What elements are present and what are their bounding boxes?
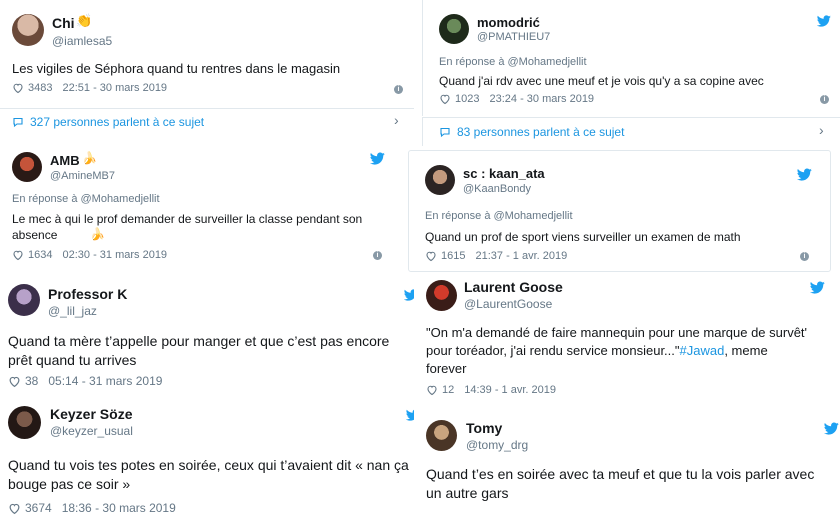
emoji-icon: 🍌 bbox=[90, 227, 105, 241]
tweet-meta: 3483 22:51 - 30 mars 2019 bbox=[12, 82, 167, 94]
tweet-text: Quand tu vois tes potes en soirée, ceux … bbox=[8, 457, 409, 492]
author-handle[interactable]: @keyzer_usual bbox=[50, 424, 133, 438]
heart-icon[interactable] bbox=[8, 375, 21, 388]
heart-icon[interactable] bbox=[12, 249, 24, 261]
twitter-bird-icon[interactable] bbox=[797, 167, 812, 182]
tweet-meta: 1615 21:37 - 1 avr. 2019 bbox=[425, 250, 567, 262]
timestamp[interactable]: 21:37 - 1 avr. 2019 bbox=[475, 250, 567, 262]
author-handle[interactable]: @AmineMB7 bbox=[50, 170, 115, 182]
twitter-bird-icon[interactable] bbox=[817, 14, 831, 28]
tweet-card: sc : kaan_ata @KaanBondy En réponse à @M… bbox=[408, 150, 831, 272]
info-icon[interactable]: i bbox=[394, 85, 403, 94]
info-icon[interactable]: i bbox=[373, 251, 382, 260]
tweet-card: momodrić @PMATHIEU7 En réponse à @Mohame… bbox=[422, 0, 840, 116]
info-icon[interactable]: i bbox=[800, 252, 809, 261]
tweet-text: Les vigiles de Séphora quand tu rentres … bbox=[12, 61, 341, 76]
like-count: 12 bbox=[442, 384, 455, 396]
author-name[interactable]: Tomy bbox=[466, 420, 502, 436]
avatar[interactable] bbox=[12, 14, 44, 46]
like-count: 1634 bbox=[28, 249, 53, 261]
author-handle[interactable]: @LaurentGoose bbox=[464, 297, 552, 311]
author-handle[interactable]: @iamlesa5 bbox=[52, 34, 112, 48]
avatar[interactable] bbox=[439, 14, 469, 44]
tweet-text: "On m'a demandé de faire mannequin pour … bbox=[426, 324, 810, 379]
speech-bubble-icon bbox=[12, 116, 24, 128]
tweet-meta: 3674 18:36 - 30 mars 2019 bbox=[8, 501, 176, 515]
tweet-card: Chi 👏 @iamlesa5 Les vigiles de Séphora q… bbox=[0, 0, 414, 108]
chevron-right-icon[interactable]: › bbox=[394, 112, 399, 128]
author-name[interactable]: Professor K bbox=[48, 286, 127, 302]
tweet-text: Le mec à qui le prof demander de surveil… bbox=[12, 212, 363, 243]
heart-icon[interactable] bbox=[8, 502, 21, 515]
tweet-card: Professor K @_lil_jaz Quand ta mère t’ap… bbox=[0, 272, 414, 394]
reply-context: En réponse à @Mohamedjellit bbox=[12, 193, 160, 205]
tweet-meta: 38 05:14 - 31 mars 2019 bbox=[8, 374, 162, 388]
tweet-meta: 1023 23:24 - 30 mars 2019 bbox=[439, 93, 594, 105]
avatar[interactable] bbox=[12, 152, 42, 182]
author-handle[interactable]: @PMATHIEU7 bbox=[477, 31, 550, 43]
timestamp[interactable]: 18:36 - 30 mars 2019 bbox=[62, 501, 176, 515]
hashtag-link[interactable]: #Jawad bbox=[680, 343, 725, 358]
tweet-text: Quand j'ai rdv avec une meuf et je vois … bbox=[439, 74, 764, 88]
chevron-right-icon[interactable]: › bbox=[819, 122, 824, 138]
avatar[interactable] bbox=[426, 420, 457, 451]
tweet-text: Quand ta mère t’appelle pour manger et q… bbox=[8, 333, 390, 368]
like-count: 38 bbox=[25, 374, 39, 388]
avatar[interactable] bbox=[425, 165, 455, 195]
reply-context: En réponse à @Mohamedjellit bbox=[425, 210, 573, 222]
avatar[interactable] bbox=[8, 284, 40, 316]
author-name[interactable]: Keyzer Söze bbox=[50, 406, 132, 422]
tweet-card: Tomy @tomy_drg Quand t’es en soirée avec… bbox=[416, 408, 840, 525]
twitter-bird-icon[interactable] bbox=[370, 151, 385, 166]
conversation-link[interactable]: 83 personnes parlent à ce sujet bbox=[439, 125, 624, 139]
author-handle[interactable]: @_lil_jaz bbox=[48, 304, 97, 318]
like-count: 1023 bbox=[455, 93, 480, 105]
tweet-text: Quand un prof de sport viens surveiller … bbox=[425, 230, 741, 244]
author-handle[interactable]: @KaanBondy bbox=[463, 183, 531, 195]
author-name[interactable]: Chi bbox=[52, 15, 75, 31]
avatar[interactable] bbox=[426, 280, 457, 311]
heart-icon[interactable] bbox=[425, 250, 437, 262]
author-name[interactable]: sc : kaan_ata bbox=[463, 166, 545, 181]
tweet-card: AMB 🍌 @AmineMB7 En réponse à @Mohamedjel… bbox=[0, 140, 404, 270]
tweet-card: Laurent Goose @LaurentGoose "On m'a dema… bbox=[416, 272, 840, 404]
tweet-meta: 12 14:39 - 1 avr. 2019 bbox=[426, 384, 556, 396]
timestamp[interactable]: 14:39 - 1 avr. 2019 bbox=[464, 384, 556, 396]
tweet-text: Quand t’es en soirée avec ta meuf et que… bbox=[426, 466, 815, 501]
tweet-meta: 1634 02:30 - 31 mars 2019 bbox=[12, 249, 167, 261]
conversation-bar[interactable]: 83 personnes parlent à ce sujet › bbox=[422, 117, 840, 146]
like-count: 3674 bbox=[25, 501, 52, 515]
timestamp[interactable]: 02:30 - 31 mars 2019 bbox=[62, 249, 167, 261]
author-name[interactable]: momodrić bbox=[477, 15, 540, 30]
speech-bubble-icon bbox=[439, 126, 451, 138]
twitter-bird-icon[interactable] bbox=[404, 288, 414, 302]
heart-icon[interactable] bbox=[426, 384, 438, 396]
reply-context: En réponse à @Mohamedjellit bbox=[439, 56, 587, 68]
avatar[interactable] bbox=[8, 406, 41, 439]
conversation-label: 327 personnes parlent à ce sujet bbox=[30, 115, 205, 129]
info-icon[interactable]: i bbox=[820, 95, 829, 104]
conversation-label: 83 personnes parlent à ce sujet bbox=[457, 125, 625, 139]
twitter-bird-icon[interactable] bbox=[824, 421, 839, 436]
conversation-bar[interactable]: 327 personnes parlent à ce sujet › bbox=[0, 108, 414, 135]
heart-icon[interactable] bbox=[439, 93, 451, 105]
like-count: 3483 bbox=[28, 82, 53, 94]
author-name[interactable]: AMB bbox=[50, 153, 80, 168]
timestamp[interactable]: 05:14 - 31 mars 2019 bbox=[48, 374, 162, 388]
like-count: 1615 bbox=[441, 250, 466, 262]
tweet-card: Keyzer Söze @keyzer_usual Quand tu vois … bbox=[0, 396, 414, 525]
author-handle[interactable]: @tomy_drg bbox=[466, 438, 528, 452]
emoji-icon: 🍌 bbox=[82, 151, 97, 165]
timestamp[interactable]: 23:24 - 30 mars 2019 bbox=[489, 93, 594, 105]
emoji-icon: 👏 bbox=[76, 13, 93, 28]
conversation-link[interactable]: 327 personnes parlent à ce sujet bbox=[12, 115, 204, 129]
twitter-bird-icon[interactable] bbox=[810, 280, 825, 295]
heart-icon[interactable] bbox=[12, 82, 24, 94]
author-name[interactable]: Laurent Goose bbox=[464, 279, 563, 295]
timestamp[interactable]: 22:51 - 30 mars 2019 bbox=[62, 82, 167, 94]
twitter-bird-icon[interactable] bbox=[406, 408, 414, 422]
